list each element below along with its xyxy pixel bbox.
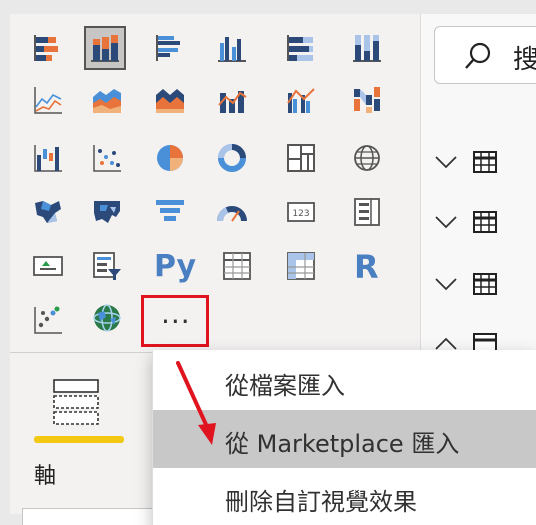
- line-chart-icon[interactable]: [33, 85, 63, 115]
- multi-row-card-icon[interactable]: [352, 197, 382, 227]
- area-chart-icon[interactable]: [92, 85, 122, 115]
- clustered-bar-chart-icon[interactable]: [155, 33, 185, 63]
- key-influencers-icon[interactable]: [33, 305, 63, 335]
- table-row[interactable]: [434, 270, 536, 300]
- more-options-button[interactable]: ···: [161, 305, 191, 338]
- pie-chart-icon[interactable]: [155, 143, 185, 173]
- filled-map-icon[interactable]: [33, 197, 63, 227]
- fields-search-box[interactable]: 搜: [434, 26, 536, 84]
- r-visual-icon[interactable]: R: [354, 248, 379, 286]
- table-row[interactable]: [434, 208, 536, 238]
- kpi-icon[interactable]: [33, 251, 63, 281]
- 100-stacked-column-chart-icon[interactable]: [352, 33, 382, 63]
- fields-wells-icon[interactable]: [50, 378, 102, 430]
- active-tab-indicator: [34, 436, 124, 443]
- stacked-bar-chart-icon[interactable]: [33, 33, 63, 63]
- 100-stacked-bar-chart-icon[interactable]: [286, 33, 316, 63]
- gauge-icon[interactable]: [217, 197, 247, 227]
- donut-chart-icon[interactable]: [217, 143, 247, 173]
- search-icon: [465, 42, 491, 69]
- powerbi-visualizations-pane: 搜 123 Py R ··· 軸 從檔案匯入 從 Marketplace 匯入 …: [0, 0, 536, 525]
- chevron-down-icon[interactable]: [434, 274, 458, 294]
- chevron-down-icon[interactable]: [434, 152, 458, 172]
- line-and-stacked-column-icon[interactable]: [217, 85, 247, 115]
- table-row[interactable]: [434, 148, 536, 178]
- table-icon: [473, 151, 497, 173]
- red-arrow-annotation: [176, 361, 216, 445]
- table-visual-icon[interactable]: [222, 251, 252, 281]
- slicer-icon[interactable]: [92, 251, 122, 281]
- menu-item-delete-custom-visuals[interactable]: 刪除自訂視覺效果: [153, 468, 536, 525]
- map-icon[interactable]: [352, 143, 382, 173]
- arcgis-map-icon[interactable]: [92, 303, 122, 333]
- scatter-chart-icon[interactable]: [92, 143, 122, 173]
- stacked-area-chart-icon[interactable]: [155, 85, 185, 115]
- funnel-icon[interactable]: [155, 197, 185, 227]
- table-icon: [473, 273, 497, 295]
- card-icon[interactable]: 123: [286, 197, 316, 227]
- clustered-column-chart-icon[interactable]: [217, 33, 247, 63]
- axis-label: 軸: [34, 464, 57, 489]
- python-visual-icon[interactable]: Py: [154, 249, 196, 284]
- stacked-column-chart-icon[interactable]: [90, 33, 120, 63]
- search-placeholder: 搜: [513, 45, 536, 75]
- waterfall-chart-icon[interactable]: [33, 143, 63, 173]
- treemap-icon[interactable]: [286, 143, 316, 173]
- chevron-down-icon[interactable]: [434, 212, 458, 232]
- shape-map-icon[interactable]: [92, 197, 122, 227]
- line-and-clustered-column-icon[interactable]: [286, 85, 316, 115]
- matrix-icon[interactable]: [286, 251, 316, 281]
- svg-text:123: 123: [292, 209, 309, 219]
- ribbon-chart-icon[interactable]: [352, 85, 382, 115]
- table-icon: [473, 211, 497, 233]
